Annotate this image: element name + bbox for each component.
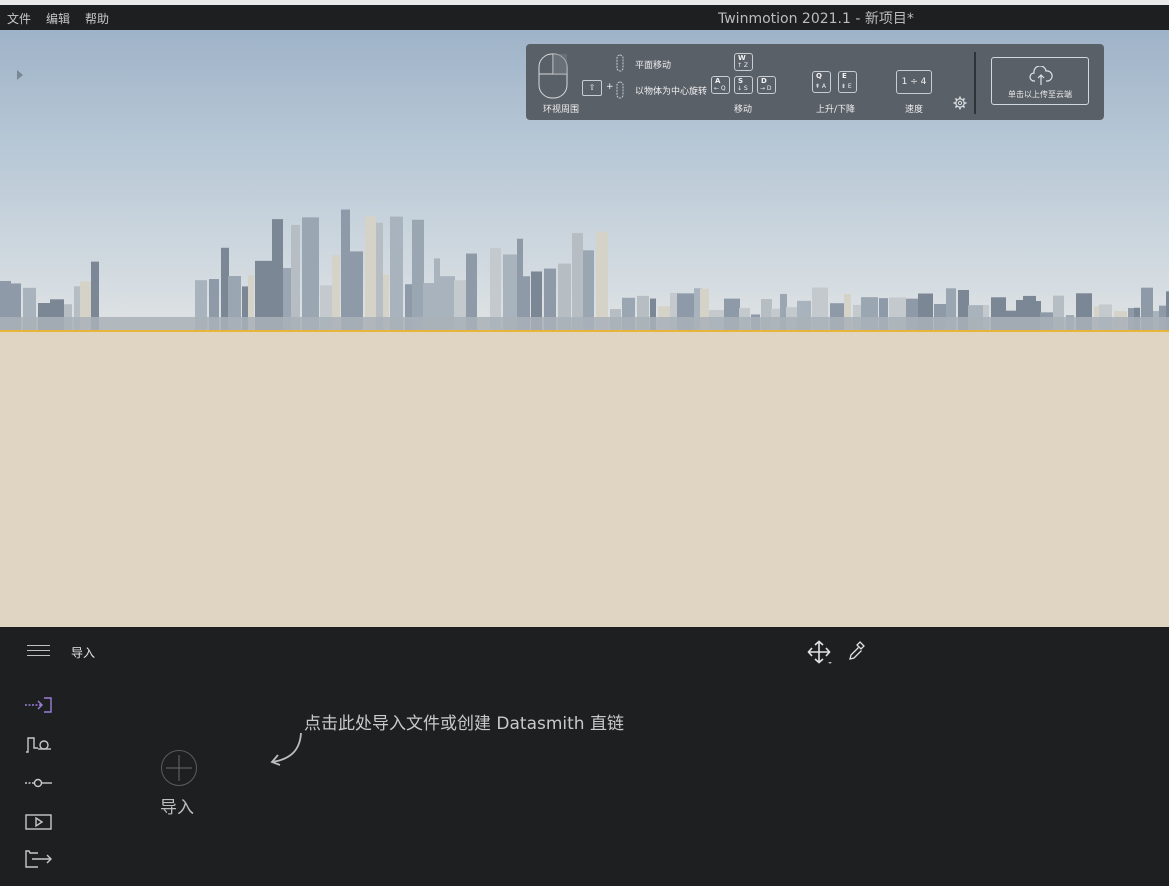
media-icon[interactable] — [24, 812, 54, 832]
context-icon[interactable] — [24, 734, 54, 754]
gear-icon[interactable] — [953, 96, 967, 110]
city-skyline-backdrop — [0, 209, 1169, 331]
speed-indicator: 1 ÷ 4 — [896, 70, 932, 94]
navigation-help-panel: 环视周围 ⇧ + 平面移动 以物体为中心旋转 W ↑ Z A ← Q S ↓ S D →… — [526, 44, 1104, 120]
move-gizmo-icon[interactable] — [807, 640, 833, 666]
speed-label: 速度 — [905, 105, 924, 115]
menu-file[interactable]: 文件 — [7, 10, 31, 27]
bottom-dock: 导入 点击此处导入文件或创建 Datasmith 直链 导入 — [0, 627, 1169, 886]
curved-arrow-icon — [270, 732, 302, 766]
menu-help[interactable]: 帮助 — [85, 10, 109, 27]
cloud-upload-icon — [1029, 66, 1053, 85]
move-label: 移动 — [734, 105, 753, 115]
app-title: Twinmotion 2021.1 - 新项目* — [718, 11, 914, 27]
key-e: E ⇟ E — [838, 71, 857, 93]
settings-slider-icon[interactable] — [24, 773, 54, 793]
expand-panel-arrow-icon[interactable] — [17, 70, 23, 80]
upload-label: 单击以上传至云端 — [1008, 90, 1072, 99]
key-d: D → D — [757, 76, 776, 94]
up-down-label: 上升/下降 — [816, 105, 856, 115]
key-w: W ↑ Z — [734, 53, 753, 71]
upload-to-cloud-button[interactable]: 单击以上传至云端 — [991, 57, 1089, 105]
3d-viewport[interactable]: 环视周围 ⇧ + 平面移动 以物体为中心旋转 W ↑ Z A ← Q S ↓ S D →… — [0, 30, 1169, 627]
import-icon[interactable] — [24, 695, 54, 715]
pan-label: 平面移动 — [635, 61, 672, 71]
panel-separator — [974, 52, 976, 114]
menu-bar: 文件 编辑 帮助 Twinmotion 2021.1 - 新项目* — [0, 5, 1169, 30]
eyedropper-icon[interactable] — [848, 640, 866, 662]
ground-plane — [0, 332, 1169, 627]
menu-edit[interactable]: 编辑 — [46, 10, 70, 27]
key-s: S ↓ S — [734, 76, 753, 94]
hamburger-menu-icon[interactable] — [27, 644, 50, 658]
mouse-icon — [538, 53, 568, 99]
mouse-button-icon — [616, 54, 624, 99]
shift-key-icon: ⇧ — [582, 80, 602, 96]
import-label[interactable]: 导入 — [160, 793, 194, 818]
import-button[interactable] — [161, 750, 197, 786]
section-title: 导入 — [71, 646, 96, 660]
export-icon[interactable] — [24, 849, 54, 869]
look-around-label: 环视周围 — [543, 105, 580, 115]
orbit-label: 以物体为中心旋转 — [635, 87, 708, 97]
key-q: Q ⇞ A — [812, 71, 831, 93]
import-hint-text: 点击此处导入文件或创建 Datasmith 直链 — [304, 714, 624, 734]
plus-label: + — [606, 82, 614, 92]
plus-icon — [166, 755, 192, 781]
key-a: A ← Q — [711, 76, 730, 94]
